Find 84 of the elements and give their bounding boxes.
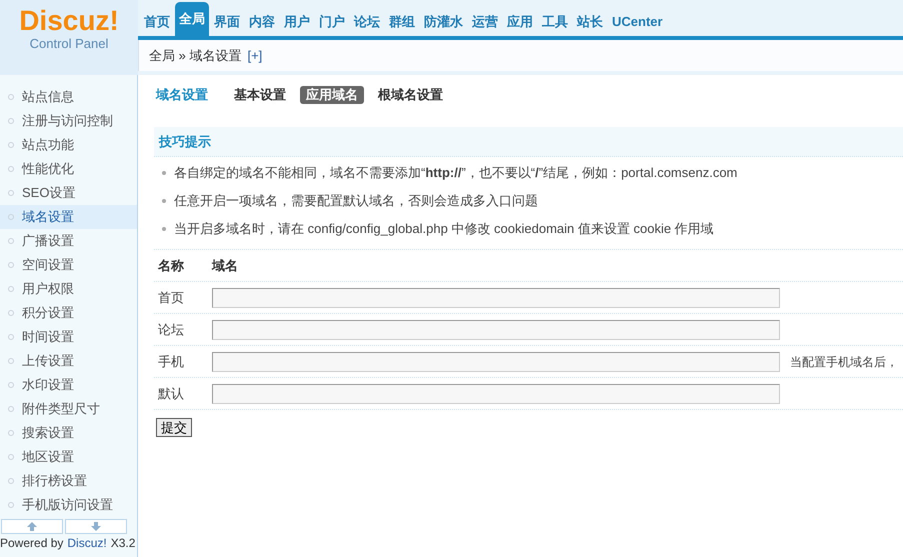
bullet-icon [8,478,14,484]
bullet-icon [162,199,166,203]
bullet-icon [8,166,14,172]
tip-text: 任意开启一项域名，需要配置默认域名，否则会造成多入口问题 [174,192,538,210]
bullet-icon [8,334,14,340]
tip-text: 当开启多域名时，请在 config/config_global.php 中修改 cookiedomain 值来设置 cookie 作用域 [174,220,714,238]
logo-title: Discuz! [19,6,119,36]
nav-tab[interactable]: 门户 [315,8,349,36]
sidebar-item[interactable]: 搜索设置 [0,421,137,445]
nav-tab[interactable]: 界面 [210,8,244,36]
domain-input-field[interactable] [212,320,780,340]
row-label: 论坛 [158,320,185,339]
breadcrumb: 全局 » 域名设置 [149,46,242,65]
domain-input-field[interactable] [212,288,780,308]
brand-link[interactable]: Discuz! [67,534,107,552]
scroll-down-button[interactable] [65,519,127,534]
scroll-up-button[interactable] [1,519,63,534]
bullet-icon [8,214,14,220]
sidebar-item[interactable]: 广播设置 [0,229,137,253]
bullet-icon [8,310,14,316]
row-label: 默认 [158,384,185,403]
domain-input-field[interactable] [212,384,780,404]
add-shortcut-link[interactable]: [+] [247,46,262,66]
bullet-icon [8,118,14,124]
field-hint: 当配置手机域名后， [790,354,898,370]
sidebar-item[interactable]: 性能优化 [0,157,137,181]
settings-tab[interactable]: 应用域名 [300,86,364,104]
bullet-icon [162,171,166,175]
sidebar-item[interactable]: 排行榜设置 [0,469,137,493]
sidebar-item[interactable]: 用户权限 [0,277,137,301]
column-header: 名称 [158,256,185,275]
bullet-icon [8,190,14,196]
sidebar-item[interactable]: 空间设置 [0,253,137,277]
nav-tab[interactable]: 站长 [573,8,607,36]
sidebar-item[interactable]: 上传设置 [0,349,137,373]
version-text: X3.2 [110,535,136,552]
nav-tab[interactable]: UCenter [608,8,667,36]
sidebar-item[interactable]: 注册与访问控制 [0,109,137,133]
sidebar-item[interactable]: 水印设置 [0,373,137,397]
sidebar-item[interactable]: 域名设置 [0,205,137,229]
sidebar-item[interactable]: 地区设置 [0,445,137,469]
nav-tab[interactable]: 工具 [538,8,572,36]
page-title: 域名设置 [156,86,208,104]
bullet-icon [8,454,14,460]
sidebar-item[interactable]: 积分设置 [0,301,137,325]
bullet-icon [8,286,14,292]
tip-text: 各自绑定的域名不能相同，域名不需要添加“http://”，也不要以“/”结尾，例如：portal.comsenz.com [174,164,738,182]
sidebar-item[interactable]: 手机版访问设置 [0,493,137,517]
nav-tab[interactable]: 论坛 [350,8,384,36]
sidebar-item[interactable]: 站点信息 [0,85,137,109]
bullet-icon [8,382,14,388]
domain-input-field[interactable] [212,352,780,372]
nav-tab[interactable]: 用户 [280,8,314,36]
submit-button[interactable]: 提交 [156,418,192,437]
sidebar-item[interactable]: 附件类型尺寸 [0,397,137,421]
nav-tab[interactable]: 运营 [468,8,502,36]
bullet-icon [8,262,14,268]
settings-tab[interactable]: 根域名设置 [372,86,449,104]
bullet-icon [8,430,14,436]
bullet-icon [8,94,14,100]
arrow-up-icon [27,522,37,531]
logo-subtitle: Control Panel [30,36,108,52]
nav-tab[interactable]: 群组 [385,8,419,36]
nav-tab[interactable]: 全局 [175,2,209,36]
bullet-icon [162,227,166,231]
nav-tab[interactable]: 内容 [245,8,279,36]
powered-by-text: Powered by [0,535,64,552]
bullet-icon [8,238,14,244]
nav-tab[interactable]: 应用 [503,8,537,36]
arrow-down-icon [91,522,101,531]
sidebar-item[interactable]: SEO设置 [0,181,137,205]
sidebar-item[interactable]: 站点功能 [0,133,137,157]
bullet-icon [8,142,14,148]
nav-tab[interactable]: 首页 [140,8,174,36]
bullet-icon [8,358,14,364]
tips-header: 技巧提示 [154,127,903,157]
row-label: 首页 [158,288,185,307]
bullet-icon [8,502,14,508]
column-header: 域名 [212,256,238,275]
settings-tab[interactable]: 基本设置 [228,86,292,104]
bullet-icon [8,406,14,412]
row-label: 手机 [158,352,185,371]
nav-tab[interactable]: 防灌水 [420,8,467,36]
sidebar-item[interactable]: 时间设置 [0,325,137,349]
